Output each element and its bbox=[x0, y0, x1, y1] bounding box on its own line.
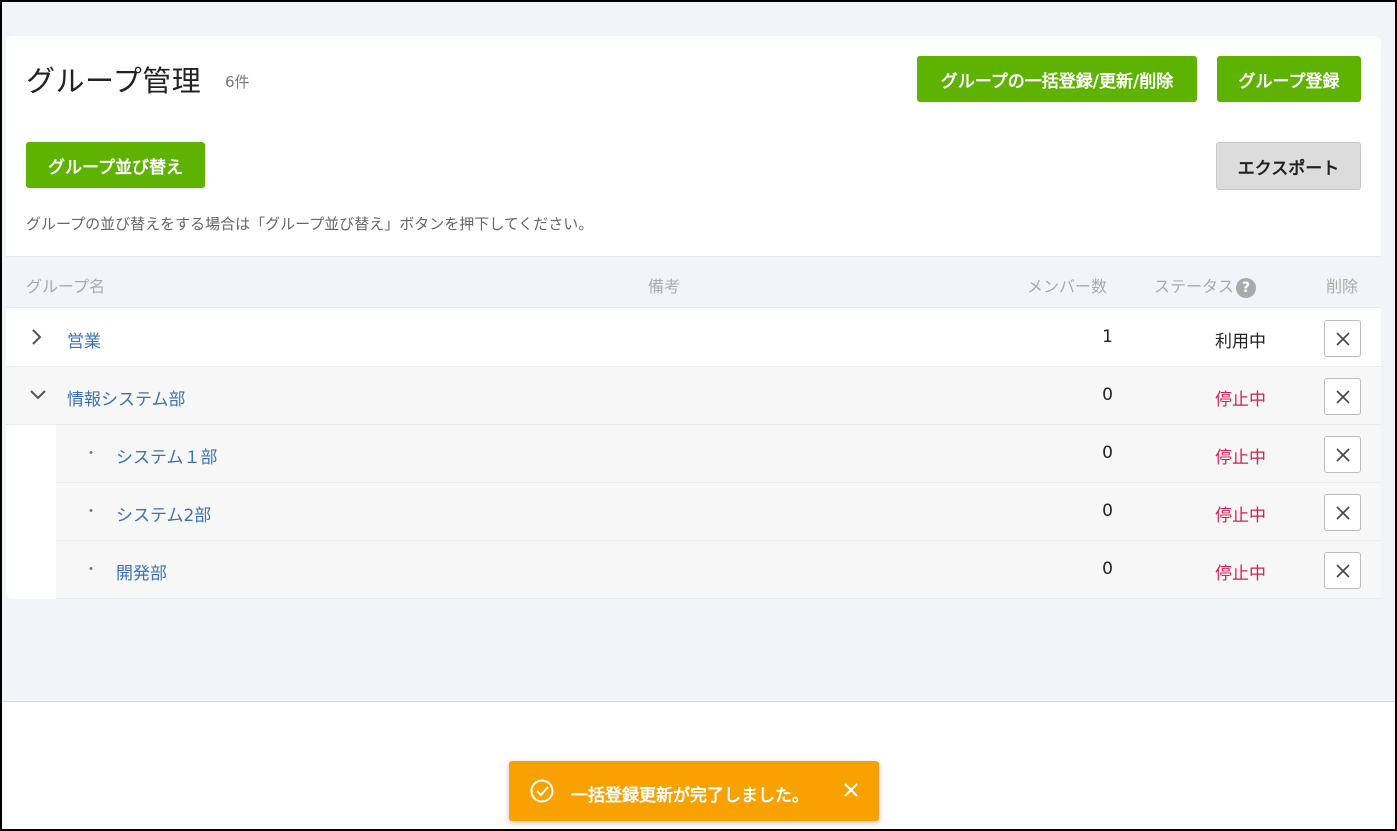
column-header-status: ステータス? bbox=[1154, 273, 1257, 298]
check-circle-icon bbox=[529, 778, 555, 809]
export-button[interactable]: エクスポート bbox=[1216, 142, 1361, 190]
status-text: 停止中 bbox=[1215, 390, 1266, 410]
delete-button[interactable] bbox=[1324, 378, 1361, 415]
table-row: ・ システム2部 0 停止中 bbox=[56, 483, 1381, 541]
status-text: 利用中 bbox=[1215, 332, 1266, 352]
delete-button[interactable] bbox=[1324, 552, 1361, 589]
chevron-right-icon[interactable] bbox=[30, 325, 44, 349]
column-header-members: メンバー数 bbox=[1027, 277, 1108, 296]
status-text: 停止中 bbox=[1215, 506, 1266, 526]
status-text: 停止中 bbox=[1215, 448, 1266, 468]
group-management-card: グループ管理 6件 グループの一括登録/更新/削除 グループ登録 グループ並び替… bbox=[6, 36, 1381, 599]
member-count: 0 bbox=[1102, 559, 1113, 579]
group-name-link[interactable]: システム１部 bbox=[116, 443, 218, 468]
column-header-status-label: ステータス bbox=[1154, 277, 1235, 296]
group-name-link[interactable]: システム2部 bbox=[116, 501, 211, 526]
tree-bullet: ・ bbox=[84, 562, 98, 578]
close-icon bbox=[1335, 331, 1350, 346]
sort-hint-text: グループの並び替えをする場合は「グループ並び替え」ボタンを押下してください。 bbox=[26, 215, 594, 233]
register-group-button[interactable]: グループ登録 bbox=[1217, 56, 1361, 102]
close-icon[interactable] bbox=[842, 781, 860, 804]
table-row: 情報システム部 0 停止中 bbox=[6, 367, 1381, 425]
toast-message: 一括登録更新が完了しました。 bbox=[571, 786, 809, 806]
member-count: 1 bbox=[1102, 327, 1113, 347]
help-icon[interactable]: ? bbox=[1236, 277, 1257, 298]
group-count: 6件 bbox=[225, 73, 250, 91]
column-header-name: グループ名 bbox=[26, 277, 106, 296]
table-row: ・ 開発部 0 停止中 bbox=[56, 541, 1381, 599]
table-row: 営業 1 利用中 bbox=[6, 309, 1381, 367]
chevron-down-icon[interactable] bbox=[28, 383, 48, 407]
group-name-link[interactable]: 開発部 bbox=[116, 559, 167, 584]
column-header-note: 備考 bbox=[648, 277, 681, 296]
close-icon bbox=[1335, 563, 1350, 578]
table-row: ・ システム１部 0 停止中 bbox=[56, 425, 1381, 483]
table-header: グループ名 備考 メンバー数 ステータス? 削除 bbox=[6, 256, 1381, 308]
close-icon bbox=[1335, 447, 1350, 462]
member-count: 0 bbox=[1102, 385, 1113, 405]
tree-bullet: ・ bbox=[84, 504, 98, 520]
delete-button[interactable] bbox=[1324, 436, 1361, 473]
close-icon bbox=[1335, 505, 1350, 520]
success-toast: 一括登録更新が完了しました。 bbox=[509, 761, 879, 821]
tree-bullet: ・ bbox=[84, 446, 98, 462]
delete-button[interactable] bbox=[1324, 320, 1361, 357]
group-name-link[interactable]: 情報システム部 bbox=[67, 385, 186, 410]
bulk-update-button[interactable]: グループの一括登録/更新/削除 bbox=[917, 56, 1197, 102]
sort-groups-button[interactable]: グループ並び替え bbox=[26, 142, 205, 188]
page-title: グループ管理 bbox=[26, 64, 202, 98]
status-text: 停止中 bbox=[1215, 564, 1266, 584]
column-header-delete: 削除 bbox=[1326, 277, 1359, 296]
delete-button[interactable] bbox=[1324, 494, 1361, 531]
member-count: 0 bbox=[1102, 443, 1113, 463]
group-name-link[interactable]: 営業 bbox=[67, 327, 101, 352]
close-icon bbox=[1335, 389, 1350, 404]
member-count: 0 bbox=[1102, 501, 1113, 521]
